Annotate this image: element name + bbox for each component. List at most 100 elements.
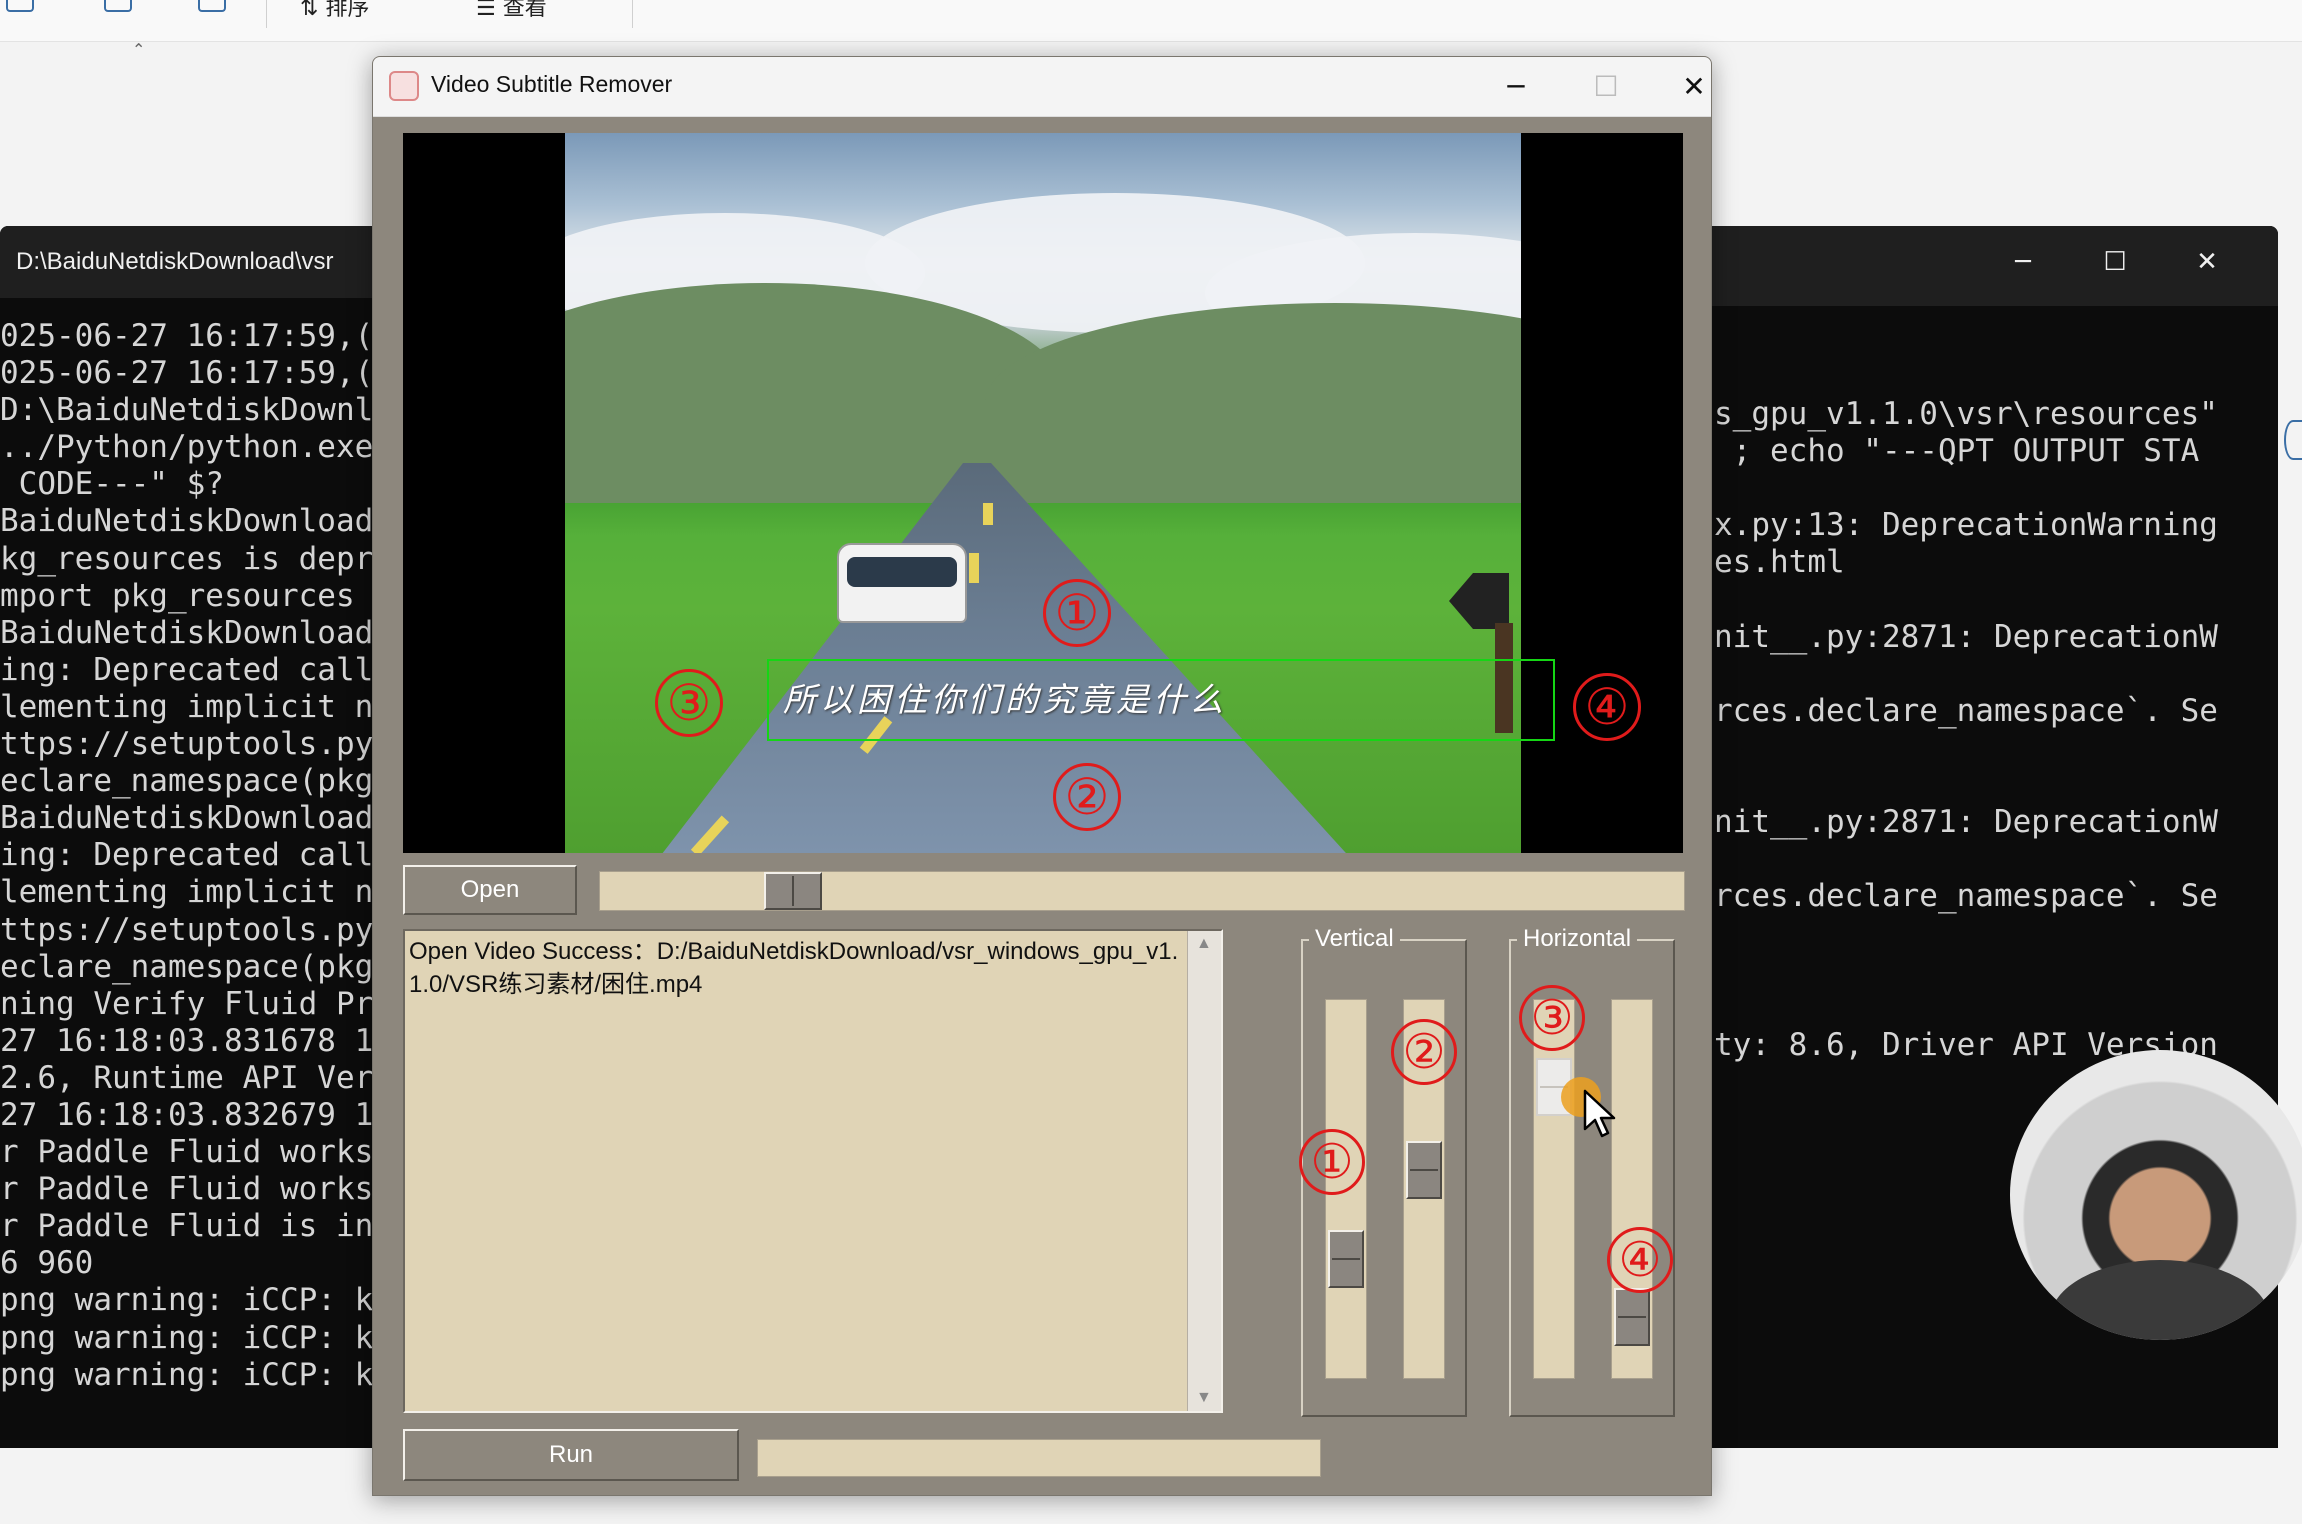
toolbar-divider: [632, 0, 633, 28]
horizontal-slider-1[interactable]: [1533, 999, 1575, 1379]
webcam-overlay: [2010, 1050, 2302, 1340]
explorer-toolbar: ⇅ 排序 ☰ 查看 ⌃: [0, 0, 2302, 59]
terminal-line: eclare_namespace(pkg: [0, 763, 374, 800]
terminal-line: ing: Deprecated call: [0, 837, 374, 874]
webcam-person: [2050, 1260, 2270, 1340]
marker-3: ③: [1519, 985, 1585, 1051]
terminal-line: nit__.py:2871: DeprecationW: [1714, 804, 2218, 841]
terminal-line: nit__.py:2871: DeprecationW: [1714, 618, 2218, 655]
terminal-line: png warning: iCCP: k: [0, 1319, 374, 1356]
terminal-line: png warning: iCCP: k: [0, 1356, 374, 1393]
horizontal-label: Horizontal: [1517, 925, 1638, 953]
terminal-line: BaiduNetdiskDownload: [0, 800, 374, 837]
terminal-line: lementing implicit n: [0, 688, 374, 725]
app-title: Video Subtitle Remover: [431, 71, 673, 97]
terminal-line: CODE---" $?: [0, 466, 224, 503]
app-window: Video Subtitle Remover ─ ☐ ✕ 所以困住你们的究竟是什…: [372, 56, 1712, 1496]
terminal-line: ning Verify Fluid Pr: [0, 985, 374, 1022]
minimize-icon[interactable]: ─: [1998, 244, 2048, 281]
bus: [837, 543, 967, 623]
terminal-line: png warning: iCCP: k: [0, 1282, 374, 1319]
terminal-line: 025-06-27 16:17:59,(: [0, 318, 374, 354]
marker-1: ①: [1299, 1129, 1365, 1195]
video-preview: 所以困住你们的究竟是什么 ① ② ③ ④: [403, 133, 1683, 853]
view-label: 查看: [502, 0, 547, 21]
terminal-line: mport pkg_resources: [0, 577, 355, 614]
terminal-line: kg_resources is depr: [0, 540, 374, 577]
sort-label: 排序: [325, 0, 370, 21]
open-button[interactable]: Open: [403, 865, 577, 915]
marker-2: ②: [1053, 763, 1121, 831]
subtitle-text: 所以困住你们的究竟是什么: [783, 680, 1227, 719]
share-icon[interactable]: [104, 0, 132, 12]
terminal-line: s_gpu_v1.1.0\vsr\resources": [1714, 396, 2218, 432]
terminal-line: 27 16:18:03.832679 1: [0, 1096, 374, 1133]
chevron-up-icon[interactable]: ⌃: [132, 40, 145, 60]
sort-button[interactable]: ⇅ 排序: [300, 0, 369, 22]
log-output[interactable]: Open Video Success：D:/BaiduNetdiskDownlo…: [403, 929, 1223, 1413]
seek-slider-thumb[interactable]: [764, 872, 822, 910]
delete-icon[interactable]: [198, 0, 226, 12]
seek-slider[interactable]: [599, 871, 1685, 911]
marker-4: ④: [1573, 673, 1641, 741]
minimize-icon[interactable]: ─: [1481, 65, 1551, 109]
marker-4: ④: [1607, 1227, 1673, 1293]
copy-icon[interactable]: [6, 0, 34, 12]
vertical-slider-2-thumb[interactable]: [1406, 1141, 1442, 1199]
terminal-line: ttps://setuptools.py: [0, 911, 374, 948]
terminal-line: BaiduNetdiskDownload: [0, 614, 374, 651]
terminal-line: r Paddle Fluid works: [0, 1134, 374, 1171]
bus-window: [847, 557, 957, 587]
terminal-line: ttps://setuptools.py: [0, 726, 374, 763]
marker-1: ①: [1043, 579, 1111, 647]
view-button[interactable]: ☰ 查看: [476, 0, 547, 22]
close-icon[interactable]: ✕: [1659, 65, 1711, 109]
terminal-line: r Paddle Fluid is in: [0, 1208, 374, 1245]
progress-bar: [757, 1439, 1321, 1477]
scroll-edge-icon: [2284, 420, 2302, 460]
mouse-cursor-icon: [1583, 1089, 1616, 1138]
scroll-down-icon[interactable]: ▼: [1196, 1389, 1212, 1407]
mountain: [985, 303, 1521, 503]
terminal-output: 025-06-27 16:17:59,(025-06-27 16:17:59,(…: [0, 318, 373, 1394]
terminal-line: 025-06-27 16:17:59,(: [0, 355, 374, 392]
terminal-line: 2.6, Runtime API Ver: [0, 1059, 374, 1096]
terminal-titlebar: ─ ☐ ✕: [1700, 226, 2278, 306]
log-text: Open Video Success：D:/BaiduNetdiskDownlo…: [409, 938, 1179, 998]
maximize-icon[interactable]: ☐: [2090, 244, 2140, 281]
terminal-line: eclare_namespace(pkg: [0, 948, 374, 985]
toolbar-divider: [266, 0, 267, 28]
terminal-left[interactable]: D:\BaiduNetdiskDownload\vsr 025-06-27 16…: [0, 226, 380, 1448]
close-icon[interactable]: ✕: [2182, 244, 2232, 281]
scroll-up-icon[interactable]: ▲: [1196, 935, 1212, 953]
terminal-line: rces.declare_namespace`. Se: [1714, 878, 2218, 915]
maximize-icon[interactable]: ☐: [1571, 65, 1641, 109]
road-marking: [969, 553, 979, 583]
vertical-label: Vertical: [1309, 925, 1400, 953]
terminal-line: x.py:13: DeprecationWarning: [1714, 507, 2218, 544]
terminal-line: 6 960: [0, 1245, 94, 1282]
vertical-slider-1-thumb[interactable]: [1328, 1230, 1364, 1288]
road-sign: [1449, 573, 1509, 629]
run-button[interactable]: Run: [403, 1429, 739, 1481]
terminal-tab-title[interactable]: D:\BaiduNetdiskDownload\vsr: [0, 226, 380, 298]
terminal-line: ; echo "---QPT OUTPUT STA: [1714, 433, 2200, 470]
road: [655, 463, 1355, 853]
log-scrollbar[interactable]: ▲ ▼: [1187, 931, 1221, 1411]
app-titlebar: Video Subtitle Remover ─ ☐ ✕: [373, 57, 1711, 117]
marker-2: ②: [1391, 1019, 1457, 1085]
terminal-line: BaiduNetdiskDownload: [0, 503, 374, 540]
terminal-line: 27 16:18:03.831678 1: [0, 1022, 374, 1059]
horizontal-slider-2[interactable]: [1611, 999, 1653, 1379]
marker-3: ③: [655, 669, 723, 737]
horizontal-slider-2-thumb[interactable]: [1614, 1288, 1650, 1346]
